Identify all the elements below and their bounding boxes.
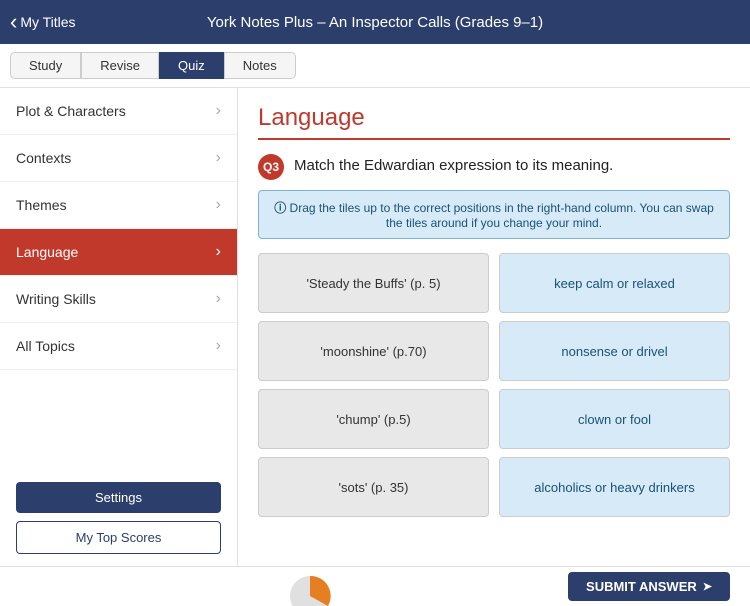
info-box: Drag the tiles up to the correct positio… (258, 190, 730, 239)
sidebar-nav: Plot & Characters › Contexts › Themes › … (0, 88, 237, 470)
match-left-1[interactable]: 'moonshine' (p.70) (258, 321, 489, 381)
question-header: Q3 Match the Edwardian expression to its… (258, 154, 730, 180)
submit-button[interactable]: SUBMIT ANSWER (568, 572, 730, 601)
page-title: Language (258, 104, 730, 140)
chevron-right-icon: › (216, 243, 221, 261)
chevron-right-icon: › (216, 149, 221, 167)
match-right-2[interactable]: clown or fool (499, 389, 730, 449)
sidebar-footer: Settings My Top Scores (0, 470, 237, 566)
chevron-right-icon: › (216, 102, 221, 120)
sidebar-item-label: Contexts (16, 150, 71, 166)
pie-chart-preview (280, 566, 340, 606)
tab-notes[interactable]: Notes (224, 52, 296, 79)
sidebar-item-themes[interactable]: Themes › (0, 182, 237, 229)
main-layout: Plot & Characters › Contexts › Themes › … (0, 88, 750, 566)
match-row: 'moonshine' (p.70) nonsense or drivel (258, 321, 730, 381)
sidebar-item-label: Language (16, 244, 78, 260)
header-title: York Notes Plus – An Inspector Calls (Gr… (207, 14, 543, 31)
sidebar-item-plot[interactable]: Plot & Characters › (0, 88, 237, 135)
sidebar-item-contexts[interactable]: Contexts › (0, 135, 237, 182)
question-text: Match the Edwardian expression to its me… (294, 154, 613, 174)
sidebar-item-writing[interactable]: Writing Skills › (0, 276, 237, 323)
tab-revise[interactable]: Revise (81, 52, 159, 79)
chevron-right-icon: › (216, 337, 221, 355)
submit-bar: SUBMIT ANSWER (0, 566, 750, 606)
match-right-3[interactable]: alcoholics or heavy drinkers (499, 457, 730, 517)
tab-study[interactable]: Study (10, 52, 81, 79)
content-area: Language Q3 Match the Edwardian expressi… (238, 88, 750, 566)
tab-bar: Study Revise Quiz Notes (0, 44, 750, 88)
question-badge: Q3 (258, 154, 284, 180)
sidebar: Plot & Characters › Contexts › Themes › … (0, 88, 238, 566)
match-left-3[interactable]: 'sots' (p. 35) (258, 457, 489, 517)
match-right-0[interactable]: keep calm or relaxed (499, 253, 730, 313)
match-right-1[interactable]: nonsense or drivel (499, 321, 730, 381)
sidebar-item-label: Writing Skills (16, 291, 96, 307)
app-header: My Titles York Notes Plus – An Inspector… (0, 0, 750, 44)
chevron-right-icon: › (216, 290, 221, 308)
match-grid: 'Steady the Buffs' (p. 5) keep calm or r… (258, 253, 730, 517)
sidebar-item-label: Themes (16, 197, 67, 213)
sidebar-item-label: Plot & Characters (16, 103, 126, 119)
settings-button[interactable]: Settings (16, 482, 221, 513)
tab-quiz[interactable]: Quiz (159, 52, 224, 79)
back-label: My Titles (20, 14, 75, 30)
match-row: 'sots' (p. 35) alcoholics or heavy drink… (258, 457, 730, 517)
top-scores-button[interactable]: My Top Scores (16, 521, 221, 554)
sidebar-item-label: All Topics (16, 338, 75, 354)
match-left-2[interactable]: 'chump' (p.5) (258, 389, 489, 449)
match-row: 'chump' (p.5) clown or fool (258, 389, 730, 449)
back-button[interactable]: My Titles (10, 11, 76, 33)
sidebar-item-language[interactable]: Language › (0, 229, 237, 276)
sidebar-item-alltopics[interactable]: All Topics › (0, 323, 237, 370)
match-left-0[interactable]: 'Steady the Buffs' (p. 5) (258, 253, 489, 313)
chevron-right-icon: › (216, 196, 221, 214)
match-row: 'Steady the Buffs' (p. 5) keep calm or r… (258, 253, 730, 313)
